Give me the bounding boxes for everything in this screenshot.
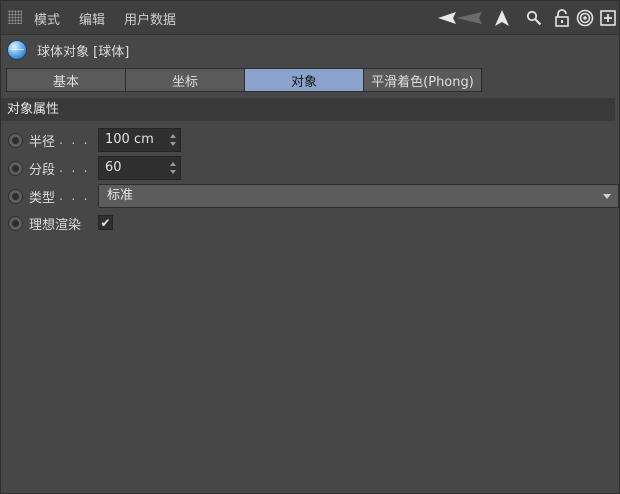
tab-bar: 基本 坐标 对象 平滑着色(Phong) [6,68,482,92]
segments-input[interactable]: 60 [98,156,181,180]
type-value: 标准 [107,188,134,203]
back-arrow-icon[interactable] [437,7,485,29]
new-panel-icon[interactable] [597,7,619,29]
menu-mode[interactable]: 模式 [34,9,60,28]
menu-bar: 模式 编辑 用户数据 [1,1,619,35]
animate-radio-icon[interactable] [8,160,23,176]
param-segments-row: 分段 . . . 60 [8,156,181,180]
lock-icon[interactable] [551,7,573,29]
spinner-icon[interactable] [170,162,177,174]
param-dots: . . . [59,188,90,204]
menu-edit[interactable]: 编辑 [79,9,105,28]
attribute-manager-panel: 模式 编辑 用户数据 球体对象 [球体] 基本 坐标 对象 平滑着色(Phong… [0,0,620,494]
param-radius-row: 半径 . . . 100 cm [8,128,181,152]
section-header: 对象属性 [1,98,615,121]
tab-phong[interactable]: 平滑着色(Phong) [363,68,482,92]
target-icon[interactable] [574,7,596,29]
param-render-row: 理想渲染 ✔ [8,211,113,235]
tab-object[interactable]: 对象 [244,68,364,92]
object-title: 球体对象 [球体] [37,44,130,60]
object-header: 球体对象 [球体] [7,39,129,61]
panel-grip-icon[interactable] [8,10,22,24]
up-arrow-icon[interactable] [491,7,513,29]
param-dots: . . . [59,160,90,176]
param-label: 理想渲染 [29,217,82,233]
animate-radio-icon[interactable] [8,215,23,231]
animate-radio-icon[interactable] [8,132,23,148]
param-label: 半径 [29,134,56,150]
animate-radio-icon[interactable] [8,188,23,204]
menu-user-data[interactable]: 用户数据 [124,9,176,28]
chevron-down-icon [603,194,611,199]
spinner-icon[interactable] [170,134,177,146]
param-type-row: 类型 . . . 标准 [8,184,619,208]
param-dots: . . . [59,132,90,148]
check-icon: ✔ [100,215,111,230]
tab-coordinates[interactable]: 坐标 [125,68,245,92]
param-label: 类型 [29,190,56,206]
radius-input[interactable]: 100 cm [98,128,181,152]
segments-value: 60 [105,160,122,175]
tab-basic[interactable]: 基本 [6,68,126,92]
render-checkbox[interactable]: ✔ [98,215,113,230]
sphere-icon [7,40,27,60]
radius-value: 100 cm [105,132,154,147]
param-label: 分段 [29,162,56,178]
type-dropdown[interactable]: 标准 [98,184,619,208]
search-icon[interactable] [523,7,545,29]
